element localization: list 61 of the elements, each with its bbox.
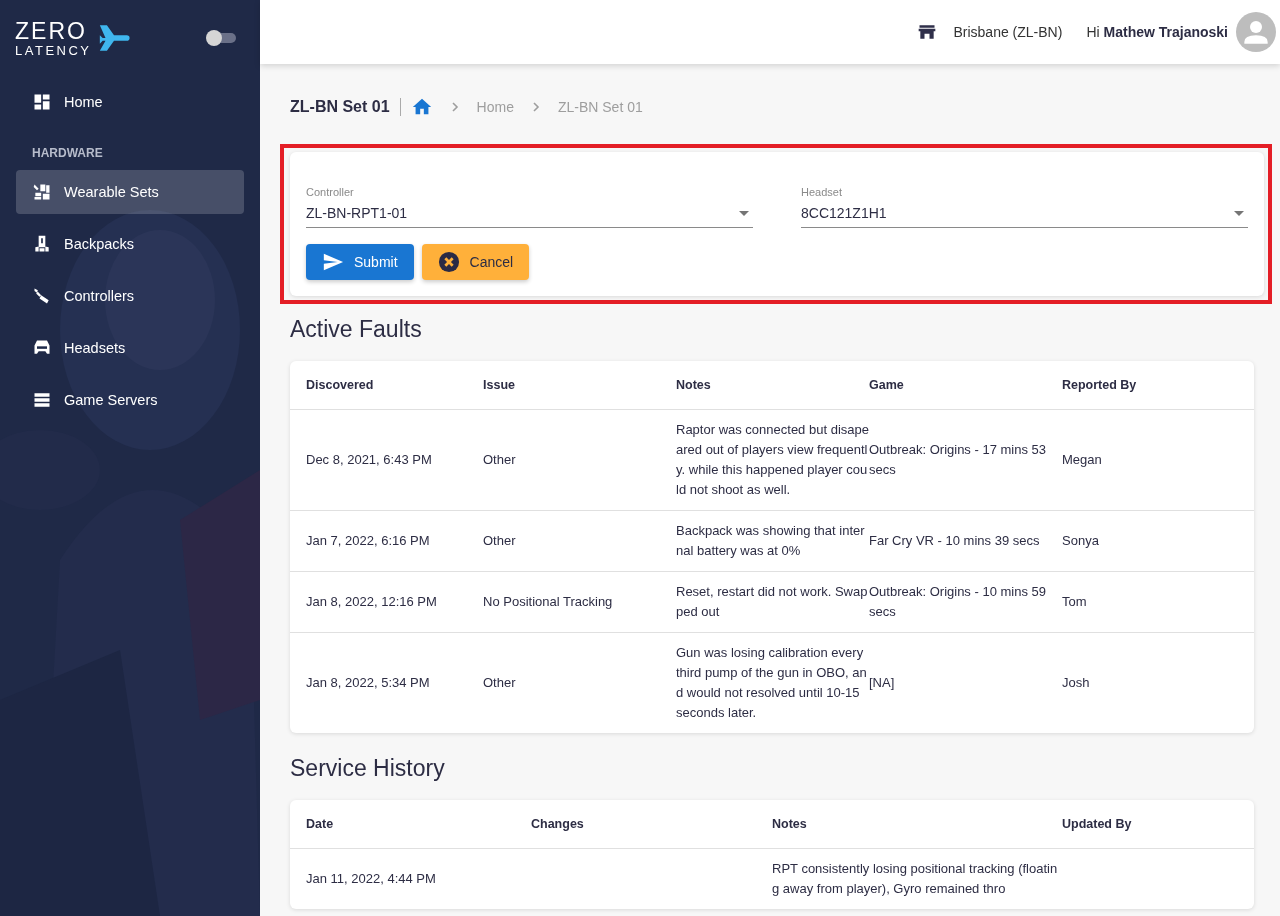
- location-label: Brisbane (ZL-BN): [953, 24, 1063, 40]
- avatar-icon: [1236, 12, 1276, 52]
- logo[interactable]: ZERO LATENCY: [15, 19, 140, 57]
- section-title: Service History: [290, 755, 446, 782]
- table-cell-text: Backpack was showing that internal battery was at 0%: [676, 522, 866, 560]
- select-field[interactable]: Headset 8CC121Z1H1: [801, 186, 1248, 228]
- backpack-icon: [32, 234, 52, 254]
- table-cell-text: Dec 8, 2021, 6:43 PM: [306, 451, 433, 469]
- nav-item[interactable]: Wearable Sets: [16, 170, 244, 214]
- table-cell-text: Jan 11, 2022, 4:44 PM: [306, 870, 437, 888]
- column-header: Changes: [531, 816, 585, 833]
- logo-text: LATENCY: [15, 43, 92, 57]
- submit-button[interactable]: Submit: [306, 244, 414, 280]
- table-cell-text: No Positional Tracking: [483, 593, 614, 611]
- cancel-circle-icon: [437, 251, 460, 273]
- section-title: Active Faults: [290, 316, 423, 343]
- server-icon: [32, 390, 52, 410]
- dropdown-caret-icon: [739, 210, 749, 216]
- table-cell-text: Raptor was connected but disapeared out of players view frequently. while this happened player could not shoot as well.: [676, 421, 869, 499]
- send-icon: [322, 251, 344, 273]
- store-icon: [917, 22, 938, 42]
- table-cell-text: Jan 7, 2022, 6:16 PM: [306, 532, 431, 550]
- table-cell-text: Reset, restart did not work. Swapped out: [676, 583, 869, 621]
- column-header: Reported By: [1062, 377, 1138, 394]
- nav-item[interactable]: Backpacks: [16, 222, 244, 266]
- column-header: Date: [306, 816, 335, 833]
- nav-item[interactable]: Game Servers: [16, 378, 244, 422]
- table-cell-text: Josh: [1062, 674, 1091, 692]
- dropdown-caret-icon: [1234, 210, 1244, 216]
- table-cell-text: Outbreak: Origins - 10 mins 59 secs: [869, 583, 1048, 621]
- table-cell-text: Megan: [1062, 451, 1103, 469]
- nav-item[interactable]: Home: [16, 80, 244, 124]
- table-cell-text: [NA]: [869, 674, 896, 692]
- greeting: Hi Mathew Trajanoski: [1086, 24, 1228, 40]
- column-header: Discovered: [306, 377, 375, 394]
- column-header: Game: [869, 377, 905, 394]
- table-cell-text: Sonya: [1062, 532, 1100, 550]
- nav-item[interactable]: Headsets: [16, 326, 244, 370]
- table-cell-text: RPT consistently losing positional tracking (floating away from player), Gyro remained thro: [772, 860, 1059, 898]
- table-cell-text: Other: [483, 532, 517, 550]
- page-title: ZL-BN Set 01: [290, 98, 390, 116]
- table-cell-text: Jan 8, 2022, 5:34 PM: [306, 674, 431, 692]
- logo-text: ZERO: [15, 19, 88, 43]
- dashboard-icon: [32, 92, 52, 112]
- table-cell-text: Outbreak: Origins - 17 mins 53 secs: [869, 441, 1048, 479]
- column-header: Issue: [483, 377, 516, 394]
- nav-item[interactable]: Controllers: [16, 274, 244, 318]
- table-cell-text: Jan 8, 2022, 12:16 PM: [306, 593, 438, 611]
- table-cell-text: Gun was losing calibration every third pump of the gun in OBO, and would not resolved until 10-15 seconds later.: [676, 644, 868, 722]
- table-cell-text: Far Cry VR - 10 mins 39 secs: [869, 532, 1041, 550]
- theme-toggle[interactable]: [208, 33, 236, 43]
- cancel-button[interactable]: Cancel: [421, 244, 530, 280]
- separator: [399, 98, 401, 116]
- table-cell-text: Tom: [1062, 593, 1088, 611]
- column-header: Notes: [676, 377, 712, 394]
- column-header: Updated By: [1062, 816, 1133, 833]
- table-cell-text: Other: [483, 451, 517, 469]
- column-header: Notes: [772, 816, 808, 833]
- section-heading: HARDWARE: [31, 145, 104, 162]
- table-cell-text: Other: [483, 674, 517, 692]
- select-field[interactable]: Controller ZL-BN-RPT1-01: [306, 186, 753, 228]
